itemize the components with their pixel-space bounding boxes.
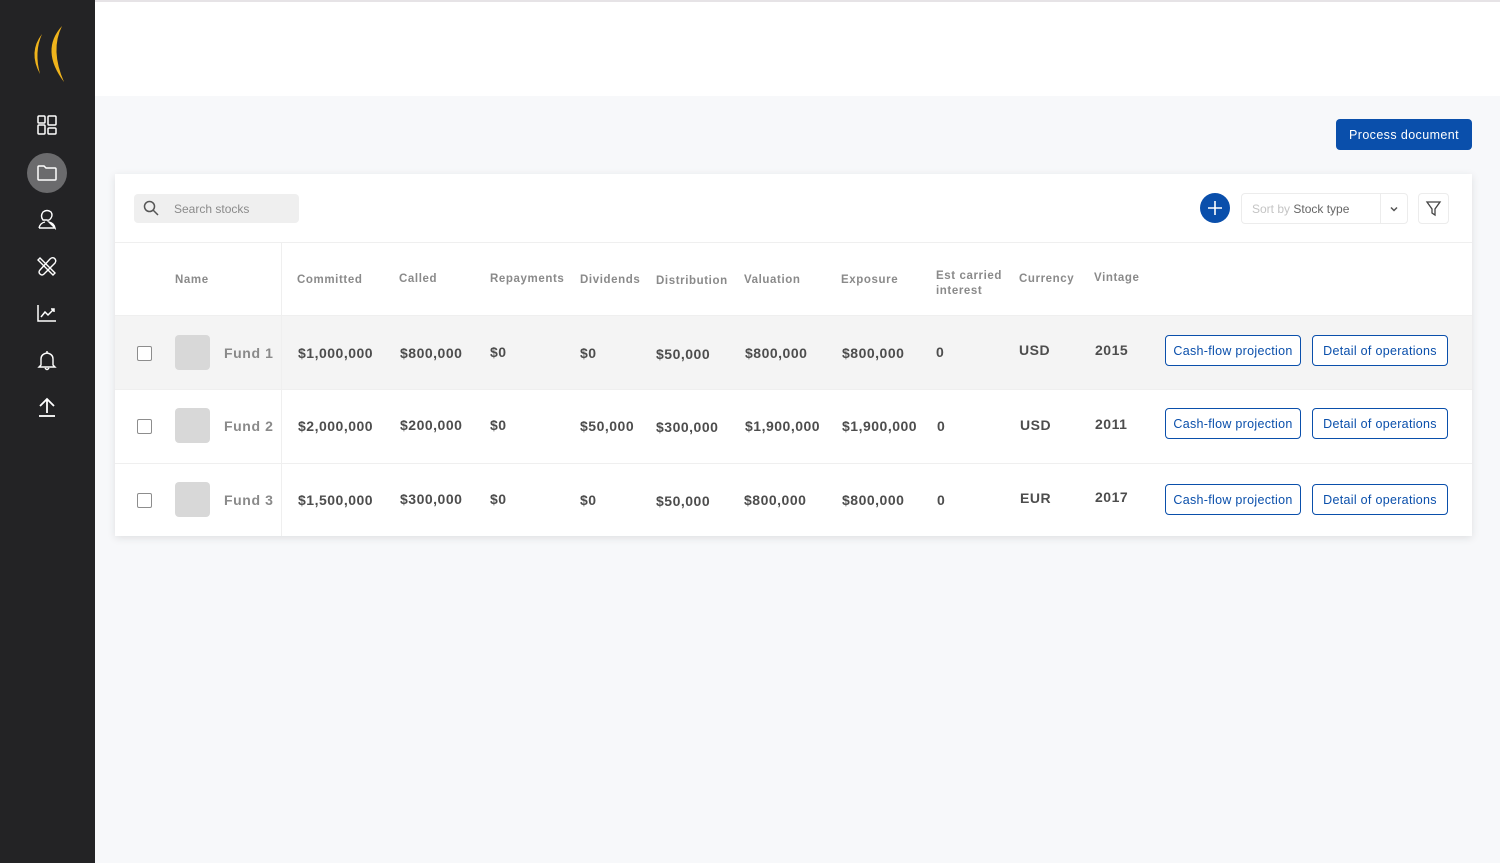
carried-interest-value: 0 [937, 418, 946, 434]
valuation-value: $800,000 [744, 492, 807, 508]
column-header-vintage: Vintage [1094, 272, 1140, 284]
column-header-dividends: Dividends [580, 274, 641, 286]
folder-icon [37, 165, 57, 181]
row-checkbox[interactable] [137, 493, 152, 508]
exposure-value: $1,900,000 [842, 418, 918, 434]
add-button[interactable] [1200, 193, 1230, 223]
column-header-repayments: Repayments [490, 273, 565, 285]
sidebar [0, 0, 95, 863]
valuation-value: $800,000 [745, 345, 808, 361]
tools-icon [37, 256, 57, 276]
detail-of-operations-button[interactable]: Detail of operations [1312, 408, 1448, 439]
dividends-value: $0 [580, 345, 597, 361]
dividends-value: $50,000 [580, 418, 635, 434]
carried-interest-value: 0 [937, 492, 946, 508]
column-header-est-carried-interest: Est carried interest [936, 270, 1003, 297]
distribution-value: $50,000 [656, 346, 711, 362]
search-icon [143, 200, 159, 216]
valuation-value: $1,900,000 [745, 418, 821, 434]
sort-select[interactable]: Sort by Stock type [1241, 193, 1408, 224]
vintage-value: 2015 [1095, 342, 1129, 358]
committed-value: $1,000,000 [298, 345, 374, 361]
cash-flow-projection-button[interactable]: Cash-flow projection [1165, 408, 1301, 439]
cash-flow-projection-button[interactable]: Cash-flow projection [1165, 484, 1301, 515]
fund-thumbnail [175, 482, 210, 517]
exposure-value: $800,000 [842, 492, 905, 508]
sidebar-item-documents[interactable] [27, 153, 67, 193]
distribution-value: $300,000 [656, 419, 719, 435]
column-header-name: Name [175, 274, 209, 286]
sidebar-item-analytics[interactable] [27, 293, 67, 333]
distribution-value: $50,000 [656, 493, 711, 509]
sidebar-item-dashboard[interactable] [27, 105, 67, 145]
column-header-currency: Currency [1019, 273, 1075, 285]
fund-name: Fund 2 [224, 418, 274, 434]
column-header-called: Called [399, 273, 438, 285]
exposure-value: $800,000 [842, 345, 905, 361]
table-row: Fund 1 $1,000,000 $800,000 $0 $0 $50,000… [115, 316, 1472, 390]
column-header-valuation: Valuation [744, 274, 801, 286]
committed-value: $2,000,000 [298, 418, 374, 434]
currency-value: EUR [1020, 490, 1052, 506]
currency-value: USD [1020, 417, 1052, 433]
vintage-value: 2017 [1095, 489, 1129, 505]
search-input[interactable] [174, 194, 294, 223]
column-header-committed: Committed [297, 274, 363, 286]
funds-table-card: Sort by Stock type Name Committed Called… [115, 174, 1472, 536]
repayments-value: $0 [490, 417, 507, 433]
process-document-button[interactable]: Process document [1336, 119, 1472, 150]
table-row: Fund 2 $2,000,000 $200,000 $0 $50,000 $3… [115, 390, 1472, 464]
called-value: $800,000 [400, 345, 463, 361]
sort-value: Stock type [1293, 202, 1350, 216]
dividends-value: $0 [580, 492, 597, 508]
chart-icon [37, 305, 56, 322]
cash-flow-projection-button[interactable]: Cash-flow projection [1165, 335, 1301, 366]
column-header-distribution: Distribution [656, 275, 728, 287]
table-row: Fund 3 $1,500,000 $300,000 $0 $0 $50,000… [115, 464, 1472, 536]
carried-interest-value: 0 [936, 344, 945, 360]
sidebar-item-notifications[interactable] [27, 340, 67, 380]
detail-of-operations-button[interactable]: Detail of operations [1312, 335, 1448, 366]
logo-icon [26, 24, 70, 84]
user-icon [38, 209, 57, 230]
row-checkbox[interactable] [137, 346, 152, 361]
detail-of-operations-button[interactable]: Detail of operations [1312, 484, 1448, 515]
repayments-value: $0 [490, 491, 507, 507]
committed-value: $1,500,000 [298, 492, 374, 508]
plus-icon [1208, 201, 1222, 215]
sort-prefix: Sort by [1252, 202, 1291, 216]
fund-thumbnail [175, 335, 210, 370]
sidebar-item-tools[interactable] [27, 246, 67, 286]
fund-thumbnail [175, 408, 210, 443]
top-bar [95, 0, 1500, 96]
called-value: $300,000 [400, 491, 463, 507]
name-column-divider [281, 242, 282, 536]
fund-name: Fund 1 [224, 345, 274, 361]
filter-button[interactable] [1418, 193, 1449, 224]
search-box[interactable] [134, 194, 299, 223]
sidebar-item-contacts[interactable] [27, 199, 67, 239]
chevron-down-icon [1390, 206, 1398, 212]
table-header: Name Committed Called Repayments Dividen… [115, 242, 1472, 316]
sort-divider [1380, 194, 1381, 223]
filter-icon [1425, 201, 1442, 217]
upload-icon [39, 397, 55, 417]
vintage-value: 2011 [1095, 416, 1128, 432]
called-value: $200,000 [400, 417, 463, 433]
currency-value: USD [1019, 342, 1051, 358]
row-checkbox[interactable] [137, 419, 152, 434]
column-header-exposure: Exposure [841, 274, 899, 286]
sidebar-item-upload[interactable] [27, 387, 67, 427]
bell-icon [37, 351, 57, 371]
dashboard-icon [37, 115, 57, 135]
fund-name: Fund 3 [224, 492, 274, 508]
repayments-value: $0 [490, 344, 507, 360]
